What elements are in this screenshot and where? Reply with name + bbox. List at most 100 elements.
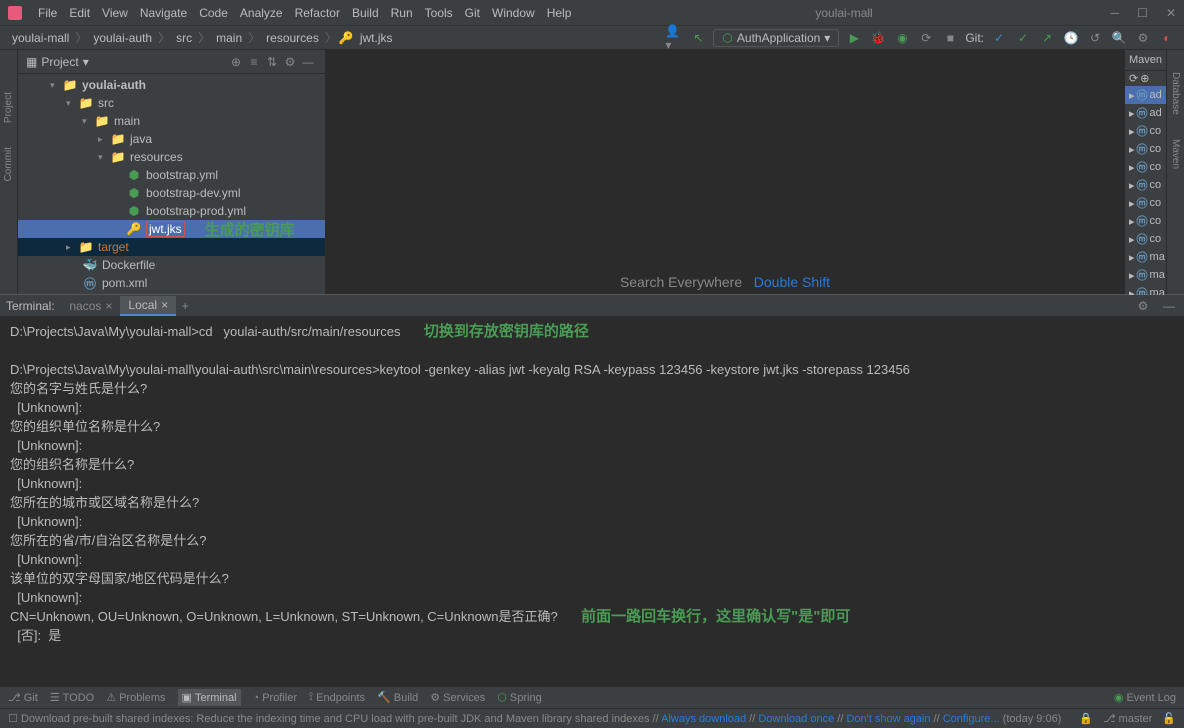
maven-item-8[interactable]: ▸ⓜco — [1125, 230, 1166, 248]
padlock-icon[interactable]: 🔓 — [1162, 712, 1176, 725]
menu-navigate[interactable]: Navigate — [134, 6, 193, 20]
tree-src[interactable]: ▾📁src — [18, 94, 325, 112]
terminal-tab-nacos[interactable]: nacos× — [61, 297, 120, 315]
ide-icon[interactable]: ◐ — [1158, 29, 1176, 47]
tool-todo[interactable]: ☰TODO — [50, 691, 94, 704]
stop-icon[interactable]: ■ — [941, 29, 959, 47]
maven-item-0[interactable]: ▸ⓜad — [1125, 86, 1166, 104]
menu-help[interactable]: Help — [541, 6, 578, 20]
menu-build[interactable]: Build — [346, 6, 385, 20]
tree-file-0[interactable]: ⬢bootstrap.yml — [18, 166, 325, 184]
panel-settings-icon[interactable]: ⚙ — [281, 53, 299, 71]
close-icon[interactable]: × — [161, 298, 168, 312]
breadcrumb-4[interactable]: resources — [262, 31, 323, 45]
debug-icon[interactable]: 🐞 — [869, 29, 887, 47]
run-icon[interactable]: ▶ — [845, 29, 863, 47]
collapse-icon[interactable]: ⇅ — [263, 53, 281, 71]
breadcrumb-3[interactable]: main — [212, 31, 246, 45]
git-history-icon[interactable]: 🕓 — [1062, 29, 1080, 47]
breadcrumb-1[interactable]: youlai-auth — [89, 31, 156, 45]
tree-file-2[interactable]: ⬢bootstrap-prod.yml — [18, 202, 325, 220]
select-opened-icon[interactable]: ⊕ — [227, 53, 245, 71]
sidebar-project-tab[interactable]: Project — [3, 92, 14, 123]
git-commit-icon[interactable]: ✓ — [1014, 29, 1032, 47]
back-icon[interactable]: ↖ — [689, 29, 707, 47]
menu-git[interactable]: Git — [459, 6, 486, 20]
profile-icon[interactable]: ⟳ — [917, 29, 935, 47]
expand-icon[interactable]: ≡ — [245, 53, 263, 71]
maven-item-3[interactable]: ▸ⓜco — [1125, 140, 1166, 158]
link-configure[interactable]: Configure... — [943, 713, 1000, 725]
sidebar-commit-tab[interactable]: Commit — [3, 147, 14, 181]
menu-analyze[interactable]: Analyze — [234, 6, 289, 20]
maven-item-9[interactable]: ▸ⓜma — [1125, 248, 1166, 266]
menu-window[interactable]: Window — [486, 6, 541, 20]
close-icon[interactable]: × — [105, 299, 112, 313]
maven-item-10[interactable]: ▸ⓜma — [1125, 266, 1166, 284]
tool-problems[interactable]: ⚠Problems — [106, 691, 165, 704]
tool-spring[interactable]: ⬡Spring — [497, 691, 541, 704]
git-branch[interactable]: ⎇ master — [1103, 712, 1152, 725]
search-icon[interactable]: 🔍 — [1110, 29, 1128, 47]
project-tree[interactable]: ▾📁youlai-auth ▾📁src ▾📁main ▸📁java ▾📁reso… — [18, 74, 325, 294]
tree-target[interactable]: ▸📁target — [18, 238, 325, 256]
terminal-content[interactable]: D:\Projects\Java\My\youlai-mall>cd youla… — [0, 317, 1184, 686]
tool-services[interactable]: ⚙Services — [430, 691, 485, 704]
tree-root[interactable]: ▾📁youlai-auth — [18, 76, 325, 94]
menu-run[interactable]: Run — [385, 6, 419, 20]
tree-resources[interactable]: ▾📁resources — [18, 148, 325, 166]
add-user-icon[interactable]: 👤▾ — [665, 29, 683, 47]
menu-view[interactable]: View — [96, 6, 134, 20]
git-update-icon[interactable]: ✓ — [990, 29, 1008, 47]
tool-profiler[interactable]: ◔Profiler — [253, 692, 298, 704]
tree-pom[interactable]: ⓜpom.xml — [18, 274, 325, 292]
menu-refactor[interactable]: Refactor — [289, 6, 346, 20]
terminal-hide-icon[interactable]: — — [1160, 297, 1178, 315]
tool-terminal[interactable]: ▣Terminal — [178, 689, 241, 706]
sidebar-maven-tab[interactable]: Maven — [1170, 139, 1181, 169]
maven-item-4[interactable]: ▸ⓜco — [1125, 158, 1166, 176]
git-push-icon[interactable]: ↗ — [1038, 29, 1056, 47]
menu-code[interactable]: Code — [193, 6, 234, 20]
breadcrumb-2[interactable]: src — [172, 31, 196, 45]
link-always[interactable]: Always download — [661, 713, 746, 725]
minimize-icon[interactable]: ─ — [1111, 6, 1120, 20]
maven-item-6[interactable]: ▸ⓜco — [1125, 194, 1166, 212]
tool-endpoints[interactable]: ⟟Endpoints — [309, 691, 365, 704]
tool-git[interactable]: ⎇Git — [8, 691, 38, 704]
maven-title[interactable]: Maven — [1125, 50, 1166, 71]
tree-iml[interactable]: 📄youlai-auth.iml — [18, 292, 325, 294]
maven-item-1[interactable]: ▸ⓜad — [1125, 104, 1166, 122]
sidebar-database-tab[interactable]: Database — [1170, 72, 1181, 115]
run-config-select[interactable]: ⬡ AuthApplication ▾ — [713, 29, 839, 47]
coverage-icon[interactable]: ◉ — [893, 29, 911, 47]
menu-edit[interactable]: Edit — [63, 6, 96, 20]
maximize-icon[interactable]: ☐ — [1137, 6, 1148, 20]
lock-icon[interactable]: 🔒 — [1079, 712, 1093, 725]
menu-tools[interactable]: Tools — [419, 6, 459, 20]
statusbar-icon[interactable]: ☐ — [8, 712, 18, 725]
tree-dockerfile[interactable]: 🐳Dockerfile — [18, 256, 325, 274]
tree-java[interactable]: ▸📁java — [18, 130, 325, 148]
breadcrumb-0[interactable]: youlai-mall — [8, 31, 73, 45]
settings-icon[interactable]: ⚙ — [1134, 29, 1152, 47]
event-log[interactable]: ◉Event Log — [1114, 691, 1176, 704]
maven-item-7[interactable]: ▸ⓜco — [1125, 212, 1166, 230]
git-rollback-icon[interactable]: ↺ — [1086, 29, 1104, 47]
maven-item-5[interactable]: ▸ⓜco — [1125, 176, 1166, 194]
link-once[interactable]: Download once — [758, 713, 834, 725]
menu-file[interactable]: File — [32, 6, 63, 20]
tree-file-1[interactable]: ⬢bootstrap-dev.yml — [18, 184, 325, 202]
tree-main[interactable]: ▾📁main — [18, 112, 325, 130]
add-terminal-icon[interactable]: + — [176, 297, 194, 315]
tool-build[interactable]: 🔨Build — [377, 691, 418, 704]
maven-toolbar[interactable]: ⟳⊕ — [1125, 71, 1166, 86]
close-icon[interactable]: ✕ — [1166, 6, 1176, 20]
terminal-settings-icon[interactable]: ⚙ — [1134, 297, 1152, 315]
tree-selected-file[interactable]: 🔑jwt.jks生成的密钥库 — [18, 220, 325, 238]
maven-item-2[interactable]: ▸ⓜco — [1125, 122, 1166, 140]
link-dont[interactable]: Don't show again — [846, 713, 930, 725]
project-panel-title[interactable]: ▦ Project ▾ — [26, 55, 89, 69]
terminal-tab-local[interactable]: Local× — [120, 296, 176, 316]
panel-hide-icon[interactable]: — — [299, 53, 317, 71]
